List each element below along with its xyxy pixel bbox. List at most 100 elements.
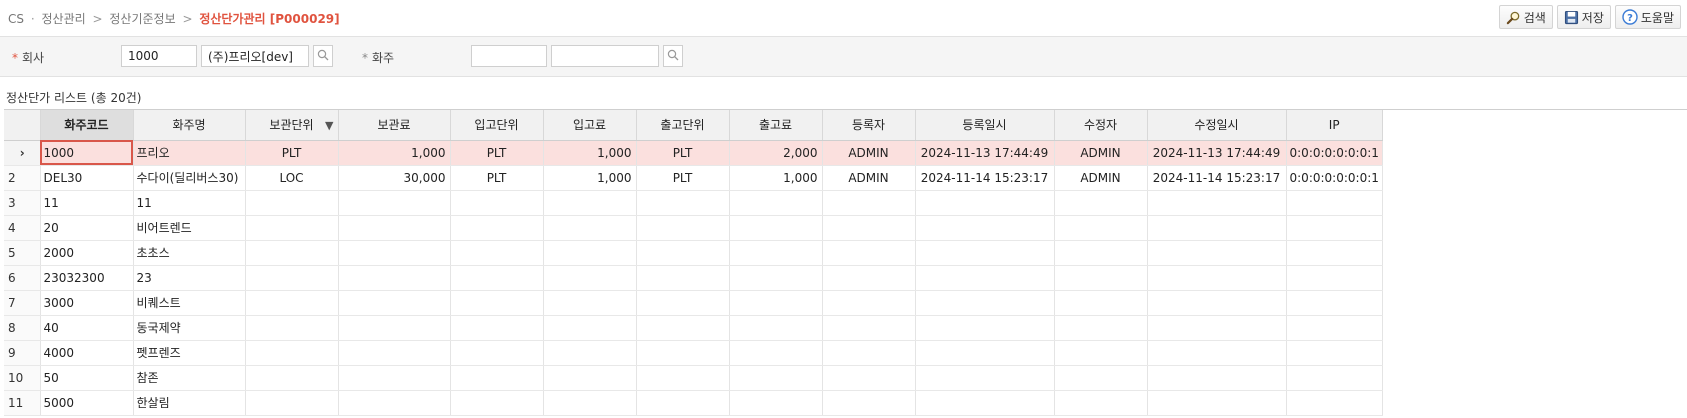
- cell-modifier[interactable]: [1054, 390, 1148, 416]
- cell-ip[interactable]: [1286, 215, 1383, 241]
- cell-storage-unit[interactable]: [245, 190, 339, 216]
- cell-ip[interactable]: [1286, 315, 1383, 341]
- cell-owner-name[interactable]: 23: [133, 265, 246, 291]
- cell-inbound-unit[interactable]: PLT: [450, 140, 544, 166]
- table-row[interactable]: 5 2000 초초스: [4, 240, 1383, 266]
- cell-modifier[interactable]: ADMIN: [1054, 140, 1148, 166]
- cell-outbound-unit[interactable]: [636, 215, 730, 241]
- cell-storage-unit[interactable]: LOC: [245, 165, 339, 191]
- cell-outbound-unit[interactable]: [636, 365, 730, 391]
- table-row[interactable]: 11 5000 한살림: [4, 390, 1383, 416]
- cell-inbound-fee[interactable]: [543, 290, 637, 316]
- cell-modified-at[interactable]: [1147, 190, 1287, 216]
- row-number[interactable]: 7: [4, 290, 41, 316]
- cell-modified-at[interactable]: [1147, 290, 1287, 316]
- cell-storage-unit[interactable]: [245, 265, 339, 291]
- cell-owner-code[interactable]: 5000: [40, 390, 134, 416]
- cell-registrant[interactable]: [822, 215, 916, 241]
- cell-modifier[interactable]: [1054, 190, 1148, 216]
- column-header-outbound-unit[interactable]: 출고단위: [636, 110, 730, 141]
- cell-storage-fee[interactable]: [338, 365, 451, 391]
- cell-outbound-fee[interactable]: [729, 265, 823, 291]
- column-header-owner-code[interactable]: 화주코드: [40, 110, 134, 141]
- cell-modified-at[interactable]: [1147, 340, 1287, 366]
- table-row[interactable]: 7 3000 비퀘스트: [4, 290, 1383, 316]
- cell-owner-code[interactable]: 50: [40, 365, 134, 391]
- cell-inbound-unit[interactable]: [450, 340, 544, 366]
- cell-registered-at[interactable]: [915, 265, 1055, 291]
- owner-code-input[interactable]: [471, 45, 547, 67]
- company-name-input[interactable]: [201, 45, 309, 67]
- column-header-registered-at[interactable]: 등록일시: [915, 110, 1055, 141]
- cell-storage-fee[interactable]: [338, 340, 451, 366]
- cell-inbound-fee[interactable]: [543, 390, 637, 416]
- cell-modified-at[interactable]: [1147, 390, 1287, 416]
- column-header-inbound-fee[interactable]: 입고료: [543, 110, 637, 141]
- help-button[interactable]: ? 도움말: [1614, 5, 1681, 29]
- cell-storage-unit[interactable]: [245, 390, 339, 416]
- cell-registered-at[interactable]: [915, 240, 1055, 266]
- cell-modified-at[interactable]: 2024-11-14 15:23:17: [1147, 165, 1287, 191]
- cell-inbound-unit[interactable]: [450, 190, 544, 216]
- cell-inbound-unit[interactable]: [450, 240, 544, 266]
- cell-outbound-fee[interactable]: [729, 190, 823, 216]
- column-header-registrant[interactable]: 등록자: [822, 110, 916, 141]
- cell-ip[interactable]: [1286, 265, 1383, 291]
- cell-modified-at[interactable]: [1147, 365, 1287, 391]
- cell-inbound-fee[interactable]: [543, 315, 637, 341]
- cell-inbound-fee[interactable]: [543, 265, 637, 291]
- save-button[interactable]: 저장: [1556, 5, 1611, 29]
- cell-registrant[interactable]: [822, 340, 916, 366]
- cell-outbound-fee[interactable]: [729, 390, 823, 416]
- cell-registered-at[interactable]: 2024-11-14 15:23:17: [915, 165, 1055, 191]
- cell-owner-name[interactable]: 참존: [133, 365, 246, 391]
- column-header-outbound-fee[interactable]: 출고료: [729, 110, 823, 141]
- cell-owner-code[interactable]: 4000: [40, 340, 134, 366]
- cell-modifier[interactable]: [1054, 315, 1148, 341]
- cell-ip[interactable]: [1286, 390, 1383, 416]
- cell-inbound-unit[interactable]: PLT: [450, 165, 544, 191]
- cell-outbound-unit[interactable]: [636, 190, 730, 216]
- cell-registrant[interactable]: [822, 390, 916, 416]
- owner-name-input[interactable]: [551, 45, 659, 67]
- filter-triangle-icon[interactable]: ▼: [325, 119, 333, 132]
- cell-outbound-fee[interactable]: [729, 240, 823, 266]
- cell-outbound-unit[interactable]: PLT: [636, 165, 730, 191]
- cell-ip[interactable]: [1286, 190, 1383, 216]
- table-row[interactable]: 3 11 11: [4, 190, 1383, 216]
- cell-registered-at[interactable]: [915, 390, 1055, 416]
- cell-owner-code[interactable]: 40: [40, 315, 134, 341]
- cell-storage-fee[interactable]: 1,000: [338, 140, 451, 166]
- cell-owner-code[interactable]: 3000: [40, 290, 134, 316]
- cell-owner-code[interactable]: 23032300: [40, 265, 134, 291]
- cell-inbound-unit[interactable]: [450, 315, 544, 341]
- cell-outbound-fee[interactable]: [729, 340, 823, 366]
- cell-outbound-fee[interactable]: [729, 290, 823, 316]
- breadcrumb-item-settlement[interactable]: 정산관리: [41, 12, 85, 26]
- company-search-button[interactable]: [313, 45, 333, 67]
- table-row[interactable]: 2 DEL30 수다이(딜리버스30) LOC 30,000 PLT 1,000 PLT 1,0…: [4, 165, 1383, 191]
- cell-storage-unit[interactable]: [245, 315, 339, 341]
- cell-registrant[interactable]: [822, 240, 916, 266]
- cell-inbound-fee[interactable]: 1,000: [543, 140, 637, 166]
- search-button[interactable]: 검색: [1498, 5, 1553, 29]
- table-row[interactable]: 8 40 동국제약: [4, 315, 1383, 341]
- cell-storage-fee[interactable]: [338, 315, 451, 341]
- cell-inbound-fee[interactable]: [543, 190, 637, 216]
- cell-inbound-fee[interactable]: 1,000: [543, 165, 637, 191]
- cell-inbound-fee[interactable]: [543, 365, 637, 391]
- row-number[interactable]: 5: [4, 240, 41, 266]
- cell-storage-unit[interactable]: [245, 290, 339, 316]
- row-number[interactable]: 9: [4, 340, 41, 366]
- cell-owner-name[interactable]: 펫프렌즈: [133, 340, 246, 366]
- cell-owner-code[interactable]: 1000: [40, 140, 134, 166]
- cell-registered-at[interactable]: [915, 190, 1055, 216]
- table-row[interactable]: › 1000 프리오 PLT 1,000 PLT 1,000 PLT 2,000 ADMIN 202…: [4, 140, 1383, 166]
- cell-outbound-unit[interactable]: [636, 315, 730, 341]
- cell-storage-fee[interactable]: [338, 265, 451, 291]
- column-header-inbound-unit[interactable]: 입고단위: [450, 110, 544, 141]
- cell-modified-at[interactable]: [1147, 215, 1287, 241]
- row-number[interactable]: 10: [4, 365, 41, 391]
- cell-modifier[interactable]: ADMIN: [1054, 165, 1148, 191]
- cell-storage-unit[interactable]: [245, 240, 339, 266]
